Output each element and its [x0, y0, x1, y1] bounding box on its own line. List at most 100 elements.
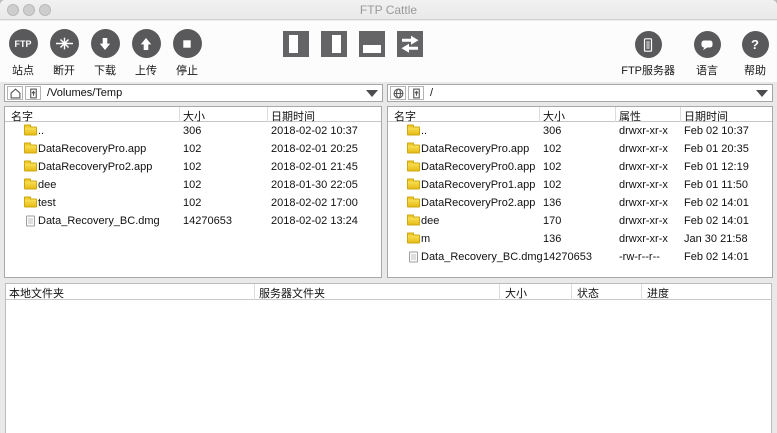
file-row[interactable]: DataRecoveryPro2.app 136 drwxr-xr-x Feb … — [388, 194, 772, 212]
file-size: 102 — [183, 161, 201, 173]
ftp-site-icon: FTP — [9, 29, 38, 58]
local-file-pane: 名字 大小 日期时间 .. 306 2018-02-02 10:37 DataR… — [4, 106, 382, 278]
titlebar: FTP Cattle — [0, 0, 777, 20]
file-attributes: drwxr-xr-x — [619, 233, 668, 245]
folder-icon — [24, 163, 37, 172]
site-button-label: 站点 — [12, 62, 34, 78]
help-button[interactable]: ? 帮助 — [739, 31, 771, 78]
server-icon — [635, 31, 662, 58]
local-list-header: 名字 大小 日期时间 — [5, 107, 381, 122]
language-button[interactable]: 语言 — [691, 31, 723, 78]
file-attributes: drwxr-xr-x — [619, 143, 668, 155]
folder-icon — [24, 181, 37, 190]
folder-icon — [407, 127, 420, 136]
view-bottom-panel-button[interactable] — [359, 31, 385, 57]
toolbar-view-group — [283, 31, 423, 57]
file-size: 14270653 — [183, 215, 232, 227]
file-size: 14270653 — [543, 251, 592, 263]
upload-button[interactable]: 上传 — [130, 29, 162, 78]
file-row[interactable]: DataRecoveryPro1.app 102 drwxr-xr-x Feb … — [388, 176, 772, 194]
ftp-server-button[interactable]: FTP服务器 — [621, 31, 675, 78]
file-name: Data_Recovery_BC.dmg — [421, 251, 543, 263]
globe-icon — [393, 88, 404, 99]
file-date: 2018-02-02 13:24 — [271, 215, 358, 227]
local-parent-dir-button[interactable] — [25, 86, 41, 100]
transfer-view-button[interactable] — [397, 31, 423, 57]
file-size: 102 — [183, 179, 201, 191]
file-attributes: -rw-r--r-- — [619, 251, 660, 263]
file-name: .. — [421, 125, 427, 137]
file-name: Data_Recovery_BC.dmg — [38, 215, 160, 227]
file-attributes: drwxr-xr-x — [619, 215, 668, 227]
file-row[interactable]: Data_Recovery_BC.dmg 14270653 -rw-r--r--… — [388, 248, 772, 266]
file-row[interactable]: .. 306 2018-02-02 10:37 — [5, 122, 381, 140]
file-size: 102 — [543, 179, 561, 191]
toolbar-right-group: FTP服务器 语言 ? 帮助 — [621, 31, 771, 78]
folder-icon — [24, 199, 37, 208]
file-row[interactable]: dee 102 2018-01-30 22:05 — [5, 176, 381, 194]
remote-file-list: .. 306 drwxr-xr-x Feb 02 10:37 DataRecov… — [388, 122, 772, 266]
file-row[interactable]: .. 306 drwxr-xr-x Feb 02 10:37 — [388, 122, 772, 140]
file-row[interactable]: m 136 drwxr-xr-x Jan 30 21:58 — [388, 230, 772, 248]
folder-icon — [407, 235, 420, 244]
remote-path-chevron-down-icon[interactable] — [756, 90, 768, 97]
remote-parent-dir-button[interactable] — [408, 86, 424, 100]
file-name: .. — [38, 125, 44, 137]
help-button-label: 帮助 — [744, 62, 766, 78]
file-name: test — [38, 197, 56, 209]
local-path-chevron-down-icon[interactable] — [366, 90, 378, 97]
file-row[interactable]: DataRecoveryPro2.app 102 2018-02-01 21:4… — [5, 158, 381, 176]
stop-button[interactable]: 停止 — [171, 29, 203, 78]
column-header-size[interactable]: 大小 — [505, 285, 527, 301]
home-button[interactable] — [7, 86, 23, 100]
site-button[interactable]: FTP 站点 — [7, 29, 39, 78]
local-path-text: /Volumes/Temp — [47, 87, 122, 99]
transfer-queue-pane: 本地文件夹 服务器文件夹 大小 状态 进度 — [5, 283, 772, 433]
file-icon — [26, 216, 35, 227]
column-header-server-folder[interactable]: 服务器文件夹 — [259, 285, 325, 301]
folder-icon — [407, 181, 420, 190]
stop-button-label: 停止 — [176, 62, 198, 78]
folder-icon — [24, 127, 37, 136]
folder-icon — [407, 163, 420, 172]
disconnect-icon — [50, 29, 79, 58]
file-row[interactable]: DataRecoveryPro.app 102 2018-02-01 20:25 — [5, 140, 381, 158]
file-name: DataRecoveryPro1.app — [421, 179, 535, 191]
view-right-panel-button[interactable] — [321, 31, 347, 57]
column-header-status[interactable]: 状态 — [577, 285, 599, 301]
file-row[interactable]: dee 170 drwxr-xr-x Feb 02 14:01 — [388, 212, 772, 230]
language-button-label: 语言 — [696, 62, 718, 78]
file-date: 2018-02-02 10:37 — [271, 125, 358, 137]
column-header-progress[interactable]: 进度 — [647, 285, 669, 301]
file-date: Feb 01 12:19 — [684, 161, 749, 173]
file-date: Jan 30 21:58 — [684, 233, 748, 245]
view-left-panel-button[interactable] — [283, 31, 309, 57]
remote-root-button[interactable] — [390, 86, 406, 100]
local-file-list: .. 306 2018-02-02 10:37 DataRecoveryPro.… — [5, 122, 381, 230]
file-row[interactable]: test 102 2018-02-02 17:00 — [5, 194, 381, 212]
file-row[interactable]: DataRecoveryPro.app 102 drwxr-xr-x Feb 0… — [388, 140, 772, 158]
disconnect-button-label: 断开 — [53, 62, 75, 78]
disconnect-button[interactable]: 断开 — [48, 29, 80, 78]
file-row[interactable]: DataRecoveryPro0.app 102 drwxr-xr-x Feb … — [388, 158, 772, 176]
stop-square-icon — [173, 29, 202, 58]
folder-icon — [24, 145, 37, 154]
ftp-server-button-label: FTP服务器 — [621, 62, 675, 78]
window-title: FTP Cattle — [0, 3, 777, 17]
queue-header: 本地文件夹 服务器文件夹 大小 状态 进度 — [6, 284, 771, 300]
file-size: 170 — [543, 215, 561, 227]
file-size: 102 — [183, 197, 201, 209]
folder-up-icon — [411, 88, 422, 99]
file-name: m — [421, 233, 430, 245]
folder-icon — [407, 199, 420, 208]
file-name: dee — [38, 179, 56, 191]
file-date: Feb 01 20:35 — [684, 143, 749, 155]
file-date: Feb 02 10:37 — [684, 125, 749, 137]
file-attributes: drwxr-xr-x — [619, 125, 668, 137]
remote-path-bar[interactable]: / — [387, 84, 773, 102]
local-path-bar[interactable]: /Volumes/Temp — [4, 84, 383, 102]
remote-path-text: / — [430, 87, 433, 99]
column-header-local-folder[interactable]: 本地文件夹 — [9, 285, 64, 301]
download-button[interactable]: 下载 — [89, 29, 121, 78]
file-row[interactable]: Data_Recovery_BC.dmg 14270653 2018-02-02… — [5, 212, 381, 230]
